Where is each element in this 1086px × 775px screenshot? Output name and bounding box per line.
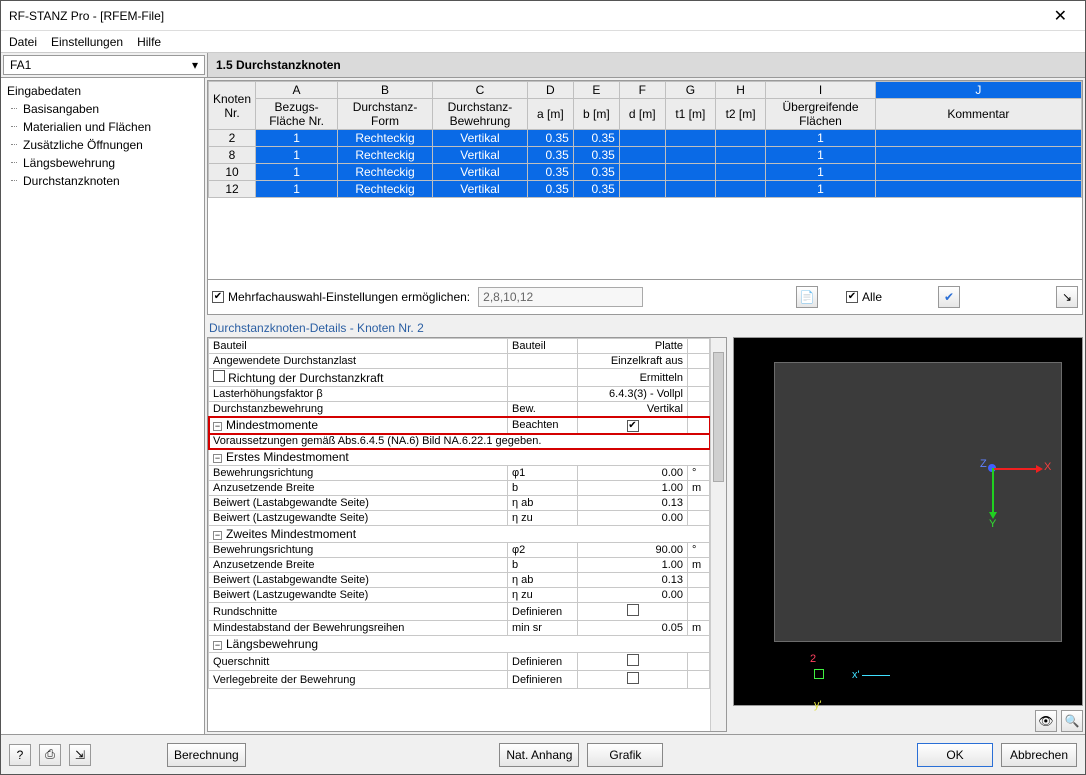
- nav-item-materialien[interactable]: Materialien und Flächen: [5, 118, 200, 136]
- details-title: Durchstanzknoten-Details - Knoten Nr. 2: [207, 315, 1083, 337]
- menu-file[interactable]: Datei: [9, 35, 37, 49]
- grid-header-t2: t2 [m]: [715, 99, 765, 130]
- import-icon[interactable]: ⇲: [69, 744, 91, 766]
- nav-item-durchstanzknoten[interactable]: Durchstanzknoten: [5, 172, 200, 190]
- footer: ? ⎙ ⇲ Berechnung Nat. Anhang Grafik OK A…: [1, 734, 1085, 774]
- collapse-icon[interactable]: −: [213, 454, 222, 463]
- grid-row[interactable]: 10 1 Rechteckig Vertikal 0.35 0.35 1: [209, 164, 1082, 181]
- collapse-icon[interactable]: −: [213, 422, 222, 431]
- section-title: 1.5 Durchstanzknoten: [207, 53, 1085, 77]
- viewer-3d[interactable]: X Y Z 2 x' y': [733, 337, 1083, 706]
- multiselect-checkbox[interactable]: ✔ Mehrfachauswahl-Einstellungen ermöglic…: [212, 290, 470, 304]
- select-all-checkbox[interactable]: ✔ Alle: [846, 290, 882, 304]
- nav-tree: Eingabedaten Basisangaben Materialien un…: [1, 78, 205, 734]
- collapse-icon[interactable]: −: [213, 531, 222, 540]
- menubar: Datei Einstellungen Hilfe: [1, 31, 1085, 53]
- grid-row[interactable]: 8 1 Rechteckig Vertikal 0.35 0.35 1: [209, 147, 1082, 164]
- pick-from-graphic-icon[interactable]: 📄: [796, 286, 818, 308]
- nat-anhang-button[interactable]: Nat. Anhang: [499, 743, 579, 767]
- nav-root[interactable]: Eingabedaten: [5, 82, 200, 100]
- col-letter-e[interactable]: E: [573, 82, 619, 99]
- nav-item-laengsbewehrung[interactable]: Längsbewehrung: [5, 154, 200, 172]
- nav-item-basisangaben[interactable]: Basisangaben: [5, 100, 200, 118]
- grid-header-knoten: Knoten Nr.: [209, 82, 256, 130]
- top-row: FA1 ▾ 1.5 Durchstanzknoten: [1, 53, 1085, 78]
- menu-help[interactable]: Hilfe: [137, 35, 161, 49]
- grid-row[interactable]: 2 1 Rechteckig Vertikal 0.35 0.35 1: [209, 130, 1082, 147]
- col-letter-a[interactable]: A: [256, 82, 338, 99]
- checkbox-mindestmomente[interactable]: ✔: [627, 420, 639, 432]
- col-letter-b[interactable]: B: [338, 82, 433, 99]
- col-letter-c[interactable]: C: [433, 82, 528, 99]
- grid-header-b: b [m]: [573, 99, 619, 130]
- multiselect-bar: ✔ Mehrfachauswahl-Einstellungen ermöglic…: [207, 280, 1083, 315]
- zoomfit-icon[interactable]: 🔍: [1061, 710, 1083, 732]
- checkbox-richtung[interactable]: [213, 370, 225, 382]
- viewer-toolbar: 👁 🔍: [733, 706, 1083, 732]
- calc-button[interactable]: Berechnung: [167, 743, 246, 767]
- main-pane: Knoten Nr. A B C D E F G H I J Bezugs- F…: [205, 78, 1085, 734]
- grid-header-bezug: Bezugs- Fläche Nr.: [256, 99, 338, 130]
- viewer-pane: X Y Z 2 x' y' 👁 🔍: [733, 337, 1083, 732]
- select-all-label: Alle: [862, 290, 882, 304]
- grafik-button[interactable]: Grafik: [587, 743, 663, 767]
- col-letter-i[interactable]: I: [766, 82, 876, 99]
- body: Eingabedaten Basisangaben Materialien un…: [1, 78, 1085, 734]
- multiselect-label: Mehrfachauswahl-Einstellungen ermögliche…: [228, 290, 470, 304]
- grid-header-d: d [m]: [619, 99, 665, 130]
- grid-header-form: Durchstanz- Form: [338, 99, 433, 130]
- nav-item-oeffnungen[interactable]: Zusätzliche Öffnungen: [5, 136, 200, 154]
- grid-header-kommentar: Kommentar: [875, 99, 1081, 130]
- grid-header-bew: Durchstanz- Bewehrung: [433, 99, 528, 130]
- grid-header-ueber: Übergreifende Flächen: [766, 99, 876, 130]
- details-row: BauteilBauteilPlatte Angewendete Durchst…: [207, 337, 1083, 732]
- collapse-icon[interactable]: −: [213, 641, 222, 650]
- apply-icon[interactable]: ✔: [938, 286, 960, 308]
- eye-icon[interactable]: 👁: [1035, 710, 1057, 732]
- grid-header-a: a [m]: [527, 99, 573, 130]
- chevron-down-icon: ▾: [192, 58, 198, 72]
- nodes-grid[interactable]: Knoten Nr. A B C D E F G H I J Bezugs- F…: [207, 80, 1083, 280]
- case-selector[interactable]: FA1 ▾: [3, 55, 205, 75]
- col-letter-j[interactable]: J: [875, 82, 1081, 99]
- details-scrollbar[interactable]: [710, 338, 726, 731]
- cancel-button[interactable]: Abbrechen: [1001, 743, 1077, 767]
- export-icon[interactable]: ⎙: [39, 744, 61, 766]
- details-grid[interactable]: BauteilBauteilPlatte Angewendete Durchst…: [207, 337, 727, 732]
- help-icon[interactable]: ?: [9, 744, 31, 766]
- titlebar: RF-STANZ Pro - [RFEM-File] ✕: [1, 1, 1085, 31]
- col-letter-g[interactable]: G: [665, 82, 715, 99]
- app-window: RF-STANZ Pro - [RFEM-File] ✕ Datei Einst…: [0, 0, 1086, 775]
- col-letter-d[interactable]: D: [527, 82, 573, 99]
- window-title: RF-STANZ Pro - [RFEM-File]: [9, 9, 1044, 23]
- col-letter-h[interactable]: H: [715, 82, 765, 99]
- checkbox-querschnitt[interactable]: [627, 654, 639, 666]
- ok-button[interactable]: OK: [917, 743, 993, 767]
- case-selector-value: FA1: [10, 58, 31, 72]
- pick-tool-icon[interactable]: ↘: [1056, 286, 1078, 308]
- col-letter-f[interactable]: F: [619, 82, 665, 99]
- checkbox-rundschnitte[interactable]: [627, 604, 639, 616]
- multiselect-input[interactable]: [478, 287, 643, 307]
- menu-settings[interactable]: Einstellungen: [51, 35, 123, 49]
- view-frame: [774, 362, 1062, 642]
- grid-row[interactable]: 12 1 Rechteckig Vertikal 0.35 0.35 1: [209, 181, 1082, 198]
- checkbox-verlegebreite[interactable]: [627, 672, 639, 684]
- close-icon[interactable]: ✕: [1044, 6, 1077, 26]
- grid-header-t1: t1 [m]: [665, 99, 715, 130]
